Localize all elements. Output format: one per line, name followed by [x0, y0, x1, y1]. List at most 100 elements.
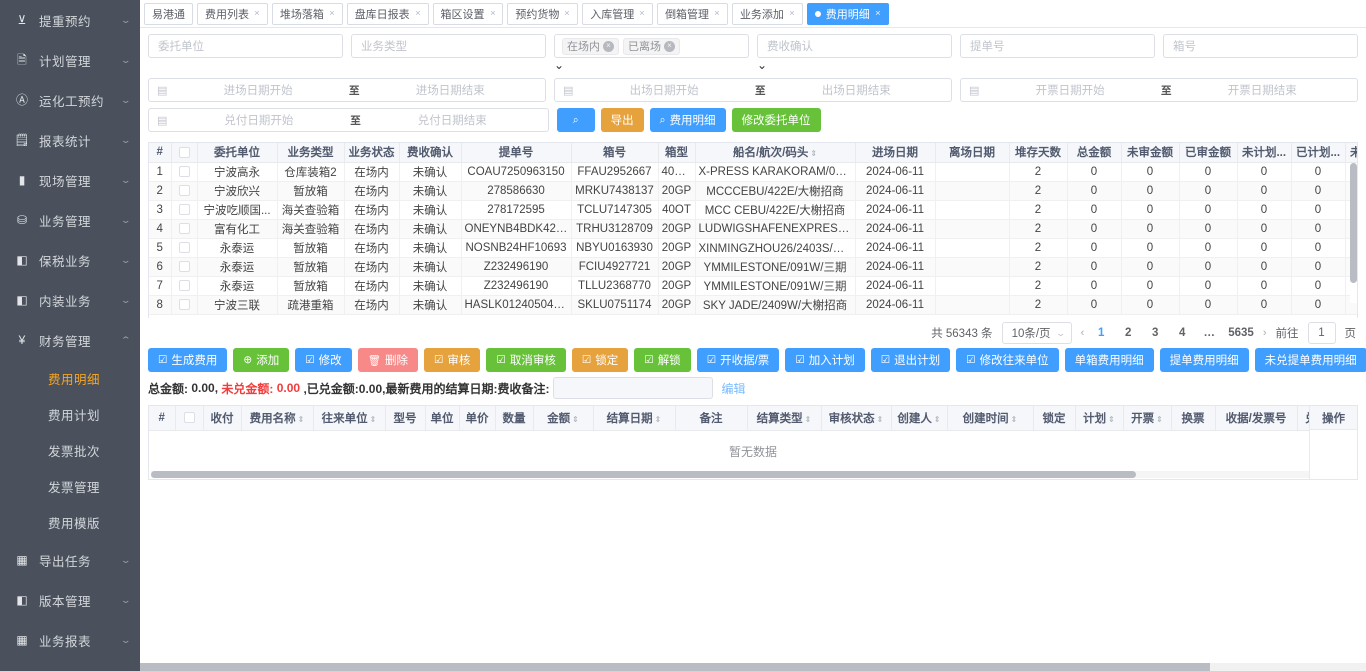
tab-5[interactable]: 预约货物 ×: [507, 2, 579, 25]
close-icon[interactable]: ×: [714, 8, 720, 18]
row-checkbox[interactable]: [178, 165, 190, 177]
sort-icon[interactable]: ⇕: [572, 415, 579, 424]
tab-0[interactable]: 易港通: [144, 2, 193, 25]
row-checkbox-cell[interactable]: [171, 162, 198, 182]
fee-column-header-14[interactable]: 创建人 ⇕: [891, 406, 948, 431]
row-checkbox[interactable]: [178, 241, 190, 253]
chevron-down-icon[interactable]: ⌄: [554, 58, 564, 72]
row-checkbox-cell[interactable]: [171, 200, 198, 220]
fee-remark-input[interactable]: [553, 377, 714, 399]
add-button[interactable]: ⊕ 添加: [233, 348, 290, 372]
exit-date-end[interactable]: 出场日期结束: [769, 82, 943, 98]
next-page-button[interactable]: ›: [1263, 327, 1267, 339]
invoice-date-range-picker[interactable]: ▤ 开票日期开始 至 开票日期结束: [960, 78, 1358, 102]
horizontal-scrollbar[interactable]: [151, 471, 1357, 478]
modify-counterparty-button[interactable]: ☑ 修改往来单位: [956, 348, 1059, 372]
entry-date-end[interactable]: 进场日期结束: [363, 82, 537, 98]
row-checkbox[interactable]: [178, 298, 190, 310]
sidebar-item-tail-0[interactable]: ▦ 导出任务 ⌄: [0, 540, 140, 580]
sidebar-item-7[interactable]: ◧ 内装业务 ⌄: [0, 280, 140, 320]
row-checkbox[interactable]: [178, 279, 190, 291]
modify-button[interactable]: ☑ 修改: [295, 348, 352, 372]
chevron-down-icon[interactable]: ⌄: [121, 95, 132, 106]
chevron-down-icon[interactable]: ⌄: [757, 58, 767, 72]
goto-page-input[interactable]: 1: [1307, 322, 1336, 344]
sidebar-item-tail-1[interactable]: ◧ 版本管理 ⌄: [0, 580, 140, 620]
table-row[interactable]: 3 宁波吃顺国... 海关查验箱 在场内 未确认 278172595 TCLU7147305…: [149, 200, 1357, 220]
business-type-input[interactable]: 业务类型: [351, 34, 546, 58]
column-header-9[interactable]: 船名/航次/码头 ⇕: [695, 143, 856, 163]
page-number-1[interactable]: 1: [1093, 327, 1109, 339]
row-checkbox[interactable]: [178, 222, 190, 234]
container-no-input[interactable]: 箱号: [1163, 34, 1358, 58]
chevron-up-icon[interactable]: ⌃: [121, 335, 132, 346]
sort-icon[interactable]: ⇕: [934, 415, 941, 424]
exit-date-start[interactable]: 出场日期开始: [577, 82, 751, 98]
close-icon[interactable]: ×: [329, 8, 335, 18]
close-icon[interactable]: ×: [875, 8, 881, 18]
pay-date-start[interactable]: 兑付日期开始: [171, 112, 346, 128]
sidebar-item-5[interactable]: ⛁ 业务管理 ⌄: [0, 200, 140, 240]
chevron-down-icon[interactable]: ⌄: [121, 595, 132, 606]
sidebar-item-8[interactable]: ¥ 财务管理 ⌃: [0, 320, 140, 360]
export-button[interactable]: 导出: [600, 108, 644, 132]
page-number-2[interactable]: 2: [1120, 327, 1136, 339]
sort-icon[interactable]: ⇕: [805, 415, 812, 424]
bill-fee-detail-button[interactable]: 提单费用明细: [1159, 348, 1249, 372]
sort-icon[interactable]: ⇕: [655, 415, 662, 424]
sidebar-subitem-4[interactable]: 费用模版: [0, 504, 140, 540]
select-all-checkbox[interactable]: [178, 146, 190, 158]
page-number-3[interactable]: 3: [1147, 327, 1163, 339]
chevron-down-icon[interactable]: ⌄: [121, 295, 132, 306]
row-checkbox-cell[interactable]: [171, 276, 198, 296]
exit-plan-button[interactable]: ☑ 退出计划: [870, 348, 951, 372]
page-number-4[interactable]: 4: [1174, 327, 1190, 339]
table-row[interactable]: 5 永泰运 暂放箱 在场内 未确认 NOSNB24HF10693 NBYU0163930 20…: [149, 238, 1357, 258]
prev-page-button[interactable]: ‹: [1081, 327, 1085, 339]
tag-onsite-remove-icon[interactable]: ×: [603, 40, 614, 52]
row-checkbox[interactable]: [178, 203, 190, 215]
tab-6[interactable]: 入库管理 ×: [582, 2, 654, 25]
fee-column-header-17[interactable]: 计划 ⇕: [1075, 406, 1124, 431]
sort-icon[interactable]: ⇕: [877, 415, 884, 424]
row-checkbox[interactable]: [178, 184, 190, 196]
table-row[interactable]: 4 富有化工 海关查验箱 在场内 未确认 ONEYNB4BDK425... TRHU3128…: [149, 219, 1357, 239]
chevron-down-icon[interactable]: ⌄: [121, 175, 132, 186]
sidebar-subitem-2[interactable]: 发票批次: [0, 432, 140, 468]
sort-icon[interactable]: ⇕: [1156, 415, 1163, 424]
row-checkbox-cell[interactable]: [171, 219, 198, 239]
scrollbar-thumb[interactable]: [1350, 163, 1357, 283]
close-icon[interactable]: ×: [254, 8, 260, 18]
fee-column-header-9[interactable]: 金额 ⇕: [533, 406, 594, 431]
table-row[interactable]: 7 永泰运 暂放箱 在场内 未确认 Z232496190 TLLU2368770 20GP YM…: [149, 276, 1357, 296]
row-checkbox[interactable]: [178, 260, 190, 272]
tag-onsite[interactable]: 在场内 ×: [562, 37, 619, 55]
chevron-down-icon[interactable]: ⌄: [121, 555, 132, 566]
exit-date-range-picker[interactable]: ▤ 出场日期开始 至 出场日期结束: [554, 78, 952, 102]
row-checkbox-cell[interactable]: [171, 238, 198, 258]
invoice-date-start[interactable]: 开票日期开始: [983, 82, 1157, 98]
sidebar-item-2[interactable]: Ⓐ 运化工预约 ⌄: [0, 80, 140, 120]
chevron-down-icon[interactable]: ⌄: [121, 15, 132, 26]
site-status-select[interactable]: 在场内 × 已离场 ×: [554, 34, 749, 58]
close-icon[interactable]: ×: [565, 8, 571, 18]
issue-receipt-button[interactable]: ☑ 开收据/票: [696, 348, 780, 372]
single-box-fee-detail-button[interactable]: 单箱费用明细: [1064, 348, 1154, 372]
join-plan-button[interactable]: ☑ 加入计划: [785, 348, 865, 372]
sidebar-subitem-0[interactable]: 费用明细: [0, 360, 140, 396]
entry-date-start[interactable]: 进场日期开始: [171, 82, 345, 98]
sidebar-subitem-3[interactable]: 发票管理: [0, 468, 140, 504]
tab-4[interactable]: 箱区设置 ×: [432, 2, 504, 25]
generate-fee-button[interactable]: ☑ 生成费用: [148, 348, 228, 372]
bill-no-input[interactable]: 提单号: [960, 34, 1155, 58]
pay-date-range-picker[interactable]: ▤ 兑付日期开始 至 兑付日期结束: [148, 108, 549, 132]
entry-date-range-picker[interactable]: ▤ 进场日期开始 至 进场日期结束: [148, 78, 546, 102]
row-checkbox-cell[interactable]: [171, 257, 198, 277]
sidebar-item-0[interactable]: ⊻ 提重预约 ⌄: [0, 0, 140, 40]
search-button[interactable]: ⌕: [556, 108, 595, 132]
fee-column-header-4[interactable]: 往来单位 ⇕: [313, 406, 386, 431]
modify-consignor-button[interactable]: 修改委托单位: [731, 108, 821, 132]
table-row[interactable]: 8 宁波三联 疏港重箱 在场内 未确认 HASLK012405042... SKLU0751…: [149, 295, 1357, 315]
select-all-checkbox[interactable]: [183, 412, 195, 424]
fee-column-header-3[interactable]: 费用名称 ⇕: [241, 406, 314, 431]
